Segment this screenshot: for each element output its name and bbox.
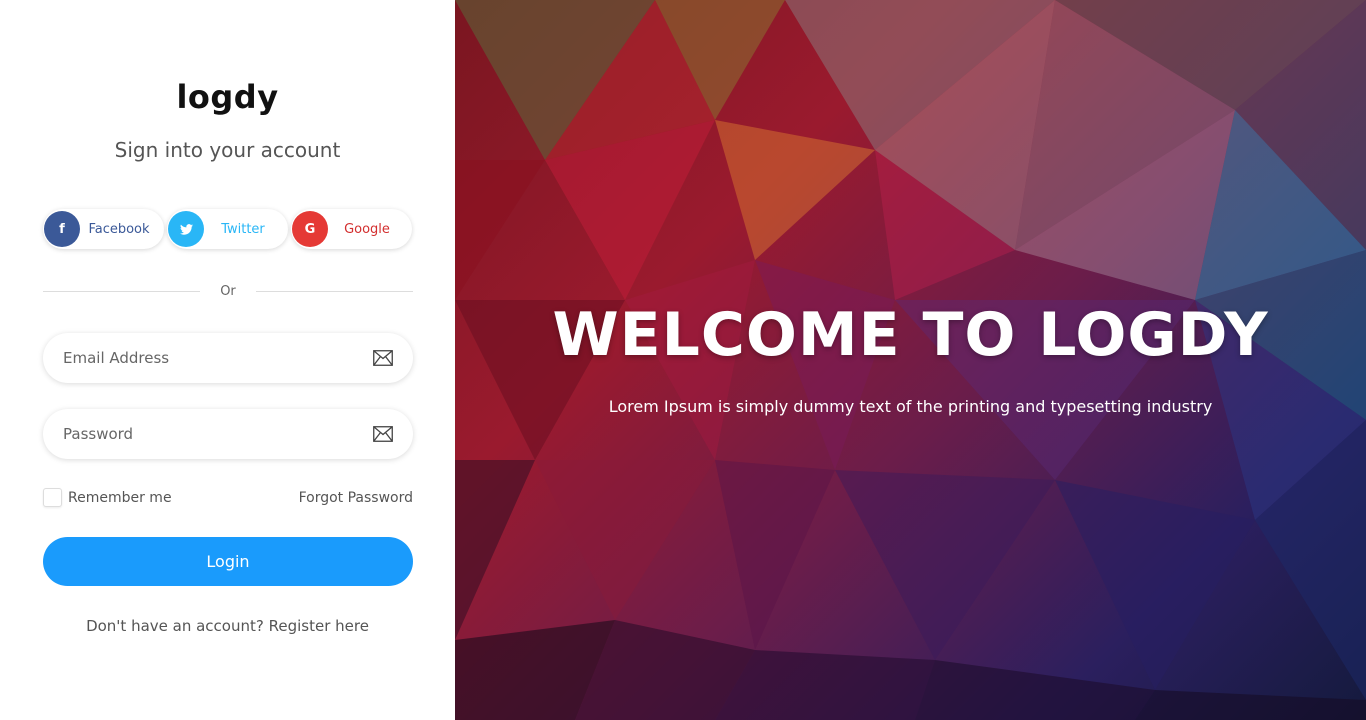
remember-me-checkbox[interactable] — [43, 488, 62, 507]
google-login-button[interactable]: G Google — [291, 209, 412, 249]
remember-me: Remember me — [43, 488, 172, 507]
facebook-label: Facebook — [88, 221, 150, 237]
login-panel: logdy Sign into your account f Facebook … — [0, 0, 455, 720]
brand-logo: logdy — [176, 78, 279, 116]
envelope-icon — [373, 426, 393, 442]
remember-me-label: Remember me — [68, 489, 172, 506]
password-field-wrapper — [43, 409, 413, 459]
login-button[interactable]: Login — [43, 537, 413, 586]
google-label: Google — [344, 221, 390, 237]
divider-line-right — [256, 291, 413, 292]
or-divider: Or — [43, 284, 413, 304]
twitter-icon — [168, 211, 204, 247]
signin-subtitle: Sign into your account — [114, 138, 341, 162]
facebook-login-button[interactable]: f Facebook — [43, 209, 164, 249]
google-icon: G — [292, 211, 328, 247]
register-link[interactable]: Don't have an account? Register here — [0, 617, 455, 635]
twitter-label: Twitter — [221, 221, 265, 237]
forgot-password-link[interactable]: Forgot Password — [299, 490, 413, 506]
social-login-row: f Facebook Twitter G Google — [43, 209, 413, 249]
hero-subtitle: Lorem Ipsum is simply dummy text of the … — [608, 397, 1213, 416]
hero-panel: WELCOME TO LOGDY Lorem Ipsum is simply d… — [455, 0, 1366, 720]
email-input[interactable] — [63, 349, 373, 367]
password-input[interactable] — [63, 425, 373, 443]
envelope-icon — [373, 350, 393, 366]
hero-title: WELCOME TO LOGDY — [552, 300, 1269, 370]
email-field-wrapper — [43, 333, 413, 383]
facebook-icon: f — [44, 211, 80, 247]
twitter-login-button[interactable]: Twitter — [167, 209, 288, 249]
